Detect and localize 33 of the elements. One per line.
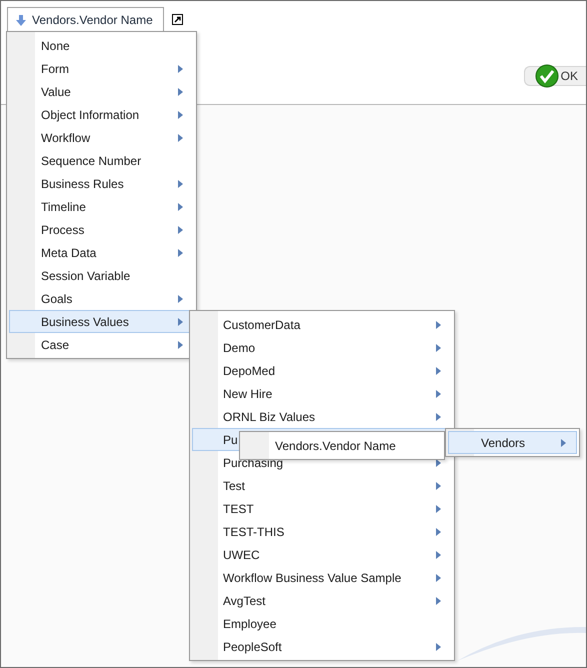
menu-item[interactable]: Timeline xyxy=(9,195,194,218)
menu-item[interactable]: Session Variable xyxy=(9,264,194,287)
menu-item[interactable]: Object Information xyxy=(9,103,194,126)
menu-item[interactable]: New Hire xyxy=(192,382,452,405)
menu-item[interactable]: Test xyxy=(192,474,452,497)
menu-item[interactable]: Meta Data xyxy=(9,241,194,264)
menu-item[interactable]: Business Rules xyxy=(9,172,194,195)
menu-item[interactable]: Sequence Number xyxy=(9,149,194,172)
menu-item[interactable]: PeopleSoft xyxy=(192,635,452,658)
popout-icon[interactable] xyxy=(172,14,183,25)
menu-item[interactable]: Form xyxy=(9,57,194,80)
menu-item[interactable]: Value xyxy=(9,80,194,103)
menu-item[interactable]: Case xyxy=(9,333,194,356)
menu-item[interactable]: Demo xyxy=(192,336,452,359)
down-arrow-icon xyxy=(16,14,26,26)
menu-item[interactable]: Vendors.Vendor Name xyxy=(242,434,442,457)
check-icon xyxy=(534,64,559,88)
menu-item[interactable]: TEST xyxy=(192,497,452,520)
menu-item[interactable]: Workflow xyxy=(9,126,194,149)
menu-item[interactable]: None xyxy=(9,34,194,57)
menu-item[interactable]: Vendors xyxy=(448,431,577,454)
menu-item[interactable]: AvgTest xyxy=(192,589,452,612)
menu-item[interactable]: Process xyxy=(9,218,194,241)
menu-item[interactable]: Workflow Business Value Sample xyxy=(192,566,452,589)
menu-item[interactable]: CustomerData xyxy=(192,313,452,336)
menu-item[interactable]: ORNL Biz Values xyxy=(192,405,452,428)
ok-button[interactable]: OK xyxy=(524,66,586,86)
menu-item[interactable]: DepoMed xyxy=(192,359,452,382)
field-tab[interactable]: Vendors.Vendor Name xyxy=(7,7,164,32)
menu-item[interactable]: UWEC xyxy=(192,543,452,566)
menu-item[interactable]: TEST-THIS xyxy=(192,520,452,543)
menu-item[interactable]: Employee xyxy=(192,612,452,635)
menu-item[interactable]: Goals xyxy=(9,287,194,310)
